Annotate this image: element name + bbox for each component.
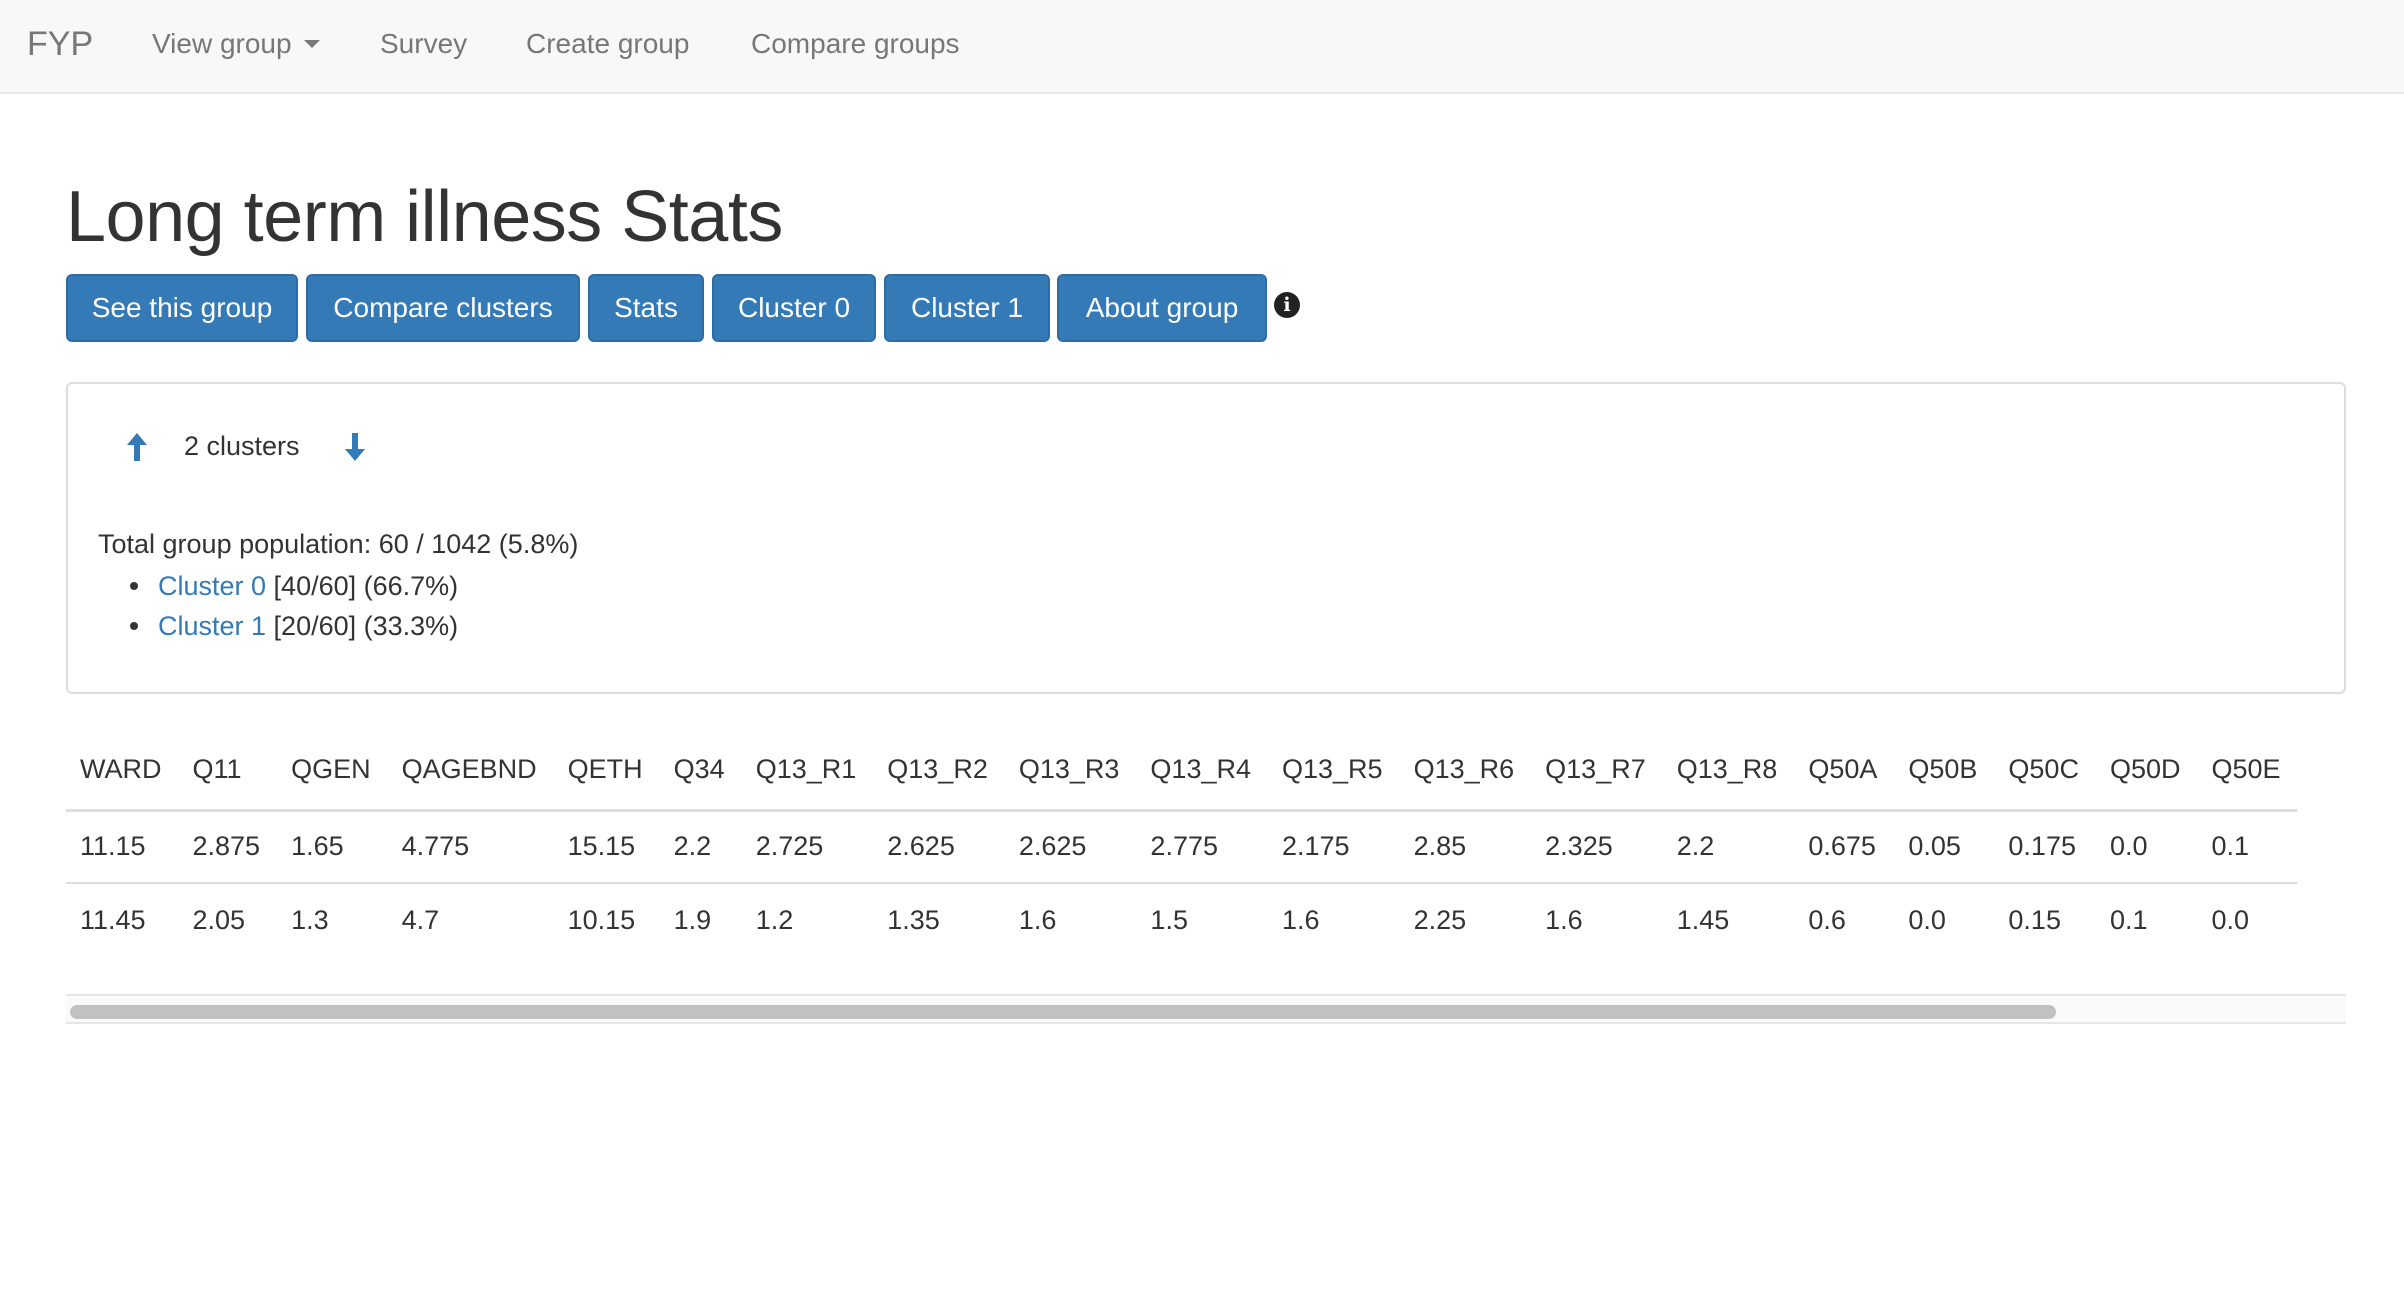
table-cell: 4.7 <box>401 904 440 935</box>
table-cell: 15.15 <box>552 810 659 884</box>
table-cell: 11.15 <box>66 810 178 884</box>
table-cell: 2.05 <box>192 904 246 935</box>
compare-clusters-button[interactable]: Compare clusters <box>306 274 580 342</box>
arrow-up-icon[interactable] <box>126 432 148 462</box>
about-group-button[interactable]: About group <box>1057 274 1267 342</box>
scrollbar-thumb[interactable] <box>70 1005 2056 1019</box>
column-header: Q13_R4 <box>1135 730 1267 812</box>
cluster-list-item: Cluster 1 [20/60] (33.3%) <box>129 606 459 646</box>
table-body: 11.15 2.875 1.65 4.775 15.15 2.2 2.725 2.625 2.6… <box>66 810 2297 956</box>
column-header: Q13_R5 <box>1267 730 1399 812</box>
arrow-down-icon[interactable] <box>344 432 366 462</box>
cluster-1-button[interactable]: Cluster 1 <box>884 274 1050 342</box>
nav-compare-groups-link[interactable]: Compare groups <box>751 0 960 90</box>
nav-view-group-dropdown[interactable]: View group <box>152 0 320 90</box>
table-row: 11.45 2.05 1.3 4.7 10.15 1.9 1.2 1.35 1.6 1.5 1.6 2… <box>66 883 2297 956</box>
cluster-summary-panel: 2 clusters Total group population: 60 / … <box>66 382 2346 694</box>
table-cell: 1.6 <box>1018 904 1057 935</box>
column-header: WARD <box>66 730 178 812</box>
table-cell: 1.35 <box>887 904 940 935</box>
column-header: Q13_R8 <box>1661 730 1794 812</box>
table-cell: 1.65 <box>276 810 387 884</box>
table-cell: 0.0 <box>2211 904 2250 935</box>
table-cell: 11.45 <box>80 904 146 935</box>
table-cell: 0.675 <box>1793 810 1894 884</box>
info-circle-icon[interactable]: i <box>1274 292 1300 318</box>
cluster-list: Cluster 0 [40/60] (66.7%) Cluster 1 [20/… <box>98 566 458 646</box>
column-header: QETH <box>552 730 659 812</box>
nav-create-group-link[interactable]: Create group <box>526 0 689 90</box>
table-cell: 0.15 <box>2008 904 2061 935</box>
column-header: Q50C <box>1993 730 2095 812</box>
cluster-0-link[interactable]: Cluster 0 <box>158 571 266 601</box>
table-cell: 1.6 <box>1282 904 1320 935</box>
column-header: Q13_R2 <box>872 730 1004 812</box>
table-cell: 0.0 <box>1908 904 1946 935</box>
table-cell: 2.2 <box>658 810 741 884</box>
column-header: QGEN <box>276 730 387 812</box>
page-title: Long term illness Stats <box>66 177 783 257</box>
table-cell: 2.175 <box>1267 810 1399 884</box>
table-cell: 1.2 <box>755 904 794 935</box>
table-cell: 2.325 <box>1530 810 1662 884</box>
table-header-row: WARD Q11 QGEN QAGEBND QETH Q34 Q13_R1 Q13_R2 Q13… <box>66 730 2297 812</box>
stats-table: WARD Q11 QGEN QAGEBND QETH Q34 Q13_R1 Q13_R2 Q13… <box>66 730 2297 956</box>
brand-link[interactable]: FYP <box>27 0 93 90</box>
table-cell: 2.725 <box>740 810 873 884</box>
cluster-1-link[interactable]: Cluster 1 <box>158 611 266 641</box>
cluster-0-button[interactable]: Cluster 0 <box>712 274 876 342</box>
column-header: Q50D <box>2094 730 2197 812</box>
column-header: Q13_R6 <box>1398 730 1531 812</box>
horizontal-scrollbar[interactable] <box>66 994 2346 1024</box>
table-cell: 0.175 <box>1993 810 2095 884</box>
table-cell: 2.625 <box>872 810 1004 884</box>
stats-button[interactable]: Stats <box>588 274 704 342</box>
column-header: Q50B <box>1893 730 1994 812</box>
cluster-0-detail: [40/60] (66.7%) <box>266 571 459 601</box>
total-population-text: Total group population: 60 / 1042 (5.8%) <box>98 529 579 559</box>
table-cell: 1.5 <box>1150 904 1188 935</box>
table-cell: 1.3 <box>291 904 329 935</box>
top-navbar: FYP View group Survey Create group Compa… <box>0 0 2404 94</box>
cluster-1-detail: [20/60] (33.3%) <box>266 611 459 641</box>
caret-down-icon <box>303 39 320 48</box>
cluster-list-item: Cluster 0 [40/60] (66.7%) <box>129 566 459 606</box>
see-this-group-button[interactable]: See this group <box>66 274 298 342</box>
stats-table-container: WARD Q11 QGEN QAGEBND QETH Q34 Q13_R1 Q13_R2 Q13… <box>66 730 2346 1024</box>
nav-survey-link[interactable]: Survey <box>380 0 467 90</box>
column-header: Q50A <box>1793 730 1894 812</box>
table-cell: 0.0 <box>2094 810 2197 884</box>
table-cell: 0.6 <box>1808 904 1846 935</box>
table-cell: 1.9 <box>673 904 712 935</box>
table-cell: 2.625 <box>1003 810 1136 884</box>
table-cell: 2.25 <box>1413 904 1467 935</box>
table-cell: 10.15 <box>567 904 636 935</box>
column-header: Q11 <box>177 730 277 812</box>
table-cell: 1.45 <box>1676 904 1730 935</box>
column-header: QAGEBND <box>386 730 553 812</box>
table-cell: 2.85 <box>1398 810 1531 884</box>
table-cell: 4.775 <box>386 810 553 884</box>
cluster-count-label: 2 clusters <box>184 431 300 461</box>
table-cell: 2.875 <box>177 810 277 884</box>
table-cell: 2.775 <box>1135 810 1267 884</box>
column-header: Q13_R1 <box>740 730 873 812</box>
table-cell: 2.2 <box>1661 810 1794 884</box>
column-header: Q13_R7 <box>1530 730 1662 812</box>
table-cell: 0.1 <box>2109 904 2148 935</box>
column-header: Q13_R3 <box>1003 730 1136 812</box>
column-header: Q34 <box>658 730 741 812</box>
table-row: 11.15 2.875 1.65 4.775 15.15 2.2 2.725 2.625 2.6… <box>66 810 2297 884</box>
table-cell: 0.05 <box>1893 810 1994 884</box>
column-header: Q50E <box>2196 730 2297 812</box>
table-cell: 0.1 <box>2196 810 2297 884</box>
table-cell: 1.6 <box>1545 904 1583 935</box>
nav-view-group-label: View group <box>152 28 292 59</box>
